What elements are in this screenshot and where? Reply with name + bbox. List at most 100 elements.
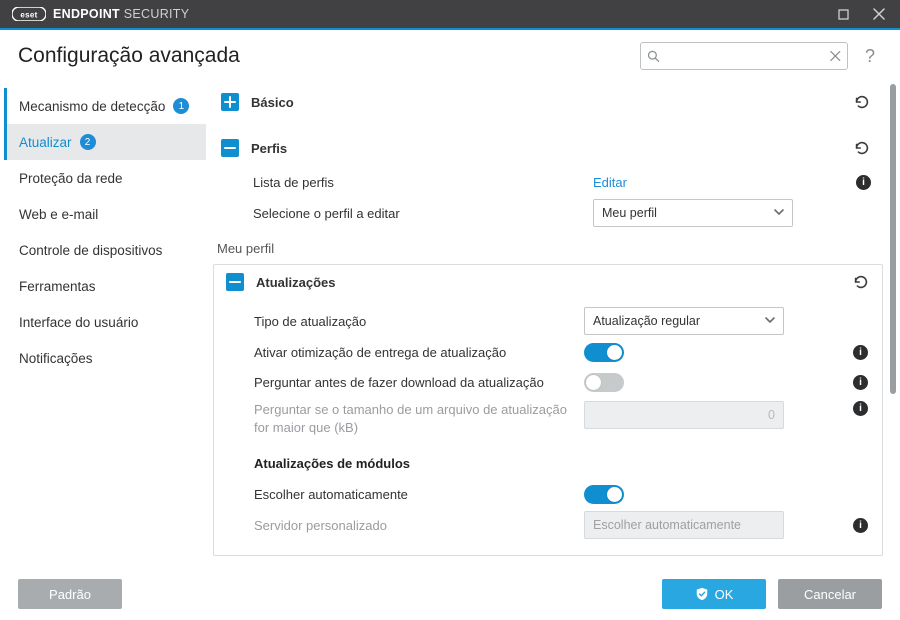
sidebar-item-tools[interactable]: Ferramentas: [4, 268, 206, 304]
label-update-type: Tipo de atualização: [254, 314, 584, 329]
sidebar-item-label: Atualizar: [19, 135, 72, 150]
section-reset[interactable]: [853, 93, 871, 111]
section-title: Perfis: [251, 141, 287, 156]
undo-icon: [853, 93, 871, 111]
search-input[interactable]: [665, 48, 824, 64]
brand-suffix: SECURITY: [124, 7, 190, 21]
modules-heading: Atualizações de módulos: [254, 456, 868, 471]
button-label: Cancelar: [804, 587, 856, 602]
info-icon[interactable]: i: [853, 345, 868, 360]
scrollbar[interactable]: [890, 84, 896, 568]
collapse-toggle[interactable]: [226, 273, 244, 291]
clear-icon[interactable]: [830, 50, 841, 62]
select-value: Atualização regular: [593, 314, 700, 328]
info-icon[interactable]: i: [853, 375, 868, 390]
toggle-ask-before-download[interactable]: [584, 373, 624, 392]
sidebar-item-detection-engine[interactable]: Mecanismo de detecção 1: [4, 88, 206, 124]
button-label: Padrão: [49, 587, 91, 602]
page-title: Configuração avançada: [18, 44, 240, 68]
help-button[interactable]: ?: [858, 46, 882, 67]
titlebar: eset ENDPOINT SECURITY: [0, 0, 900, 30]
select-value: Meu perfil: [602, 206, 657, 220]
window-close-button[interactable]: [872, 7, 886, 21]
section-profiles: Perfis Lista de perfis Editar i Selecion…: [212, 130, 884, 557]
brand-prefix: ENDPOINT: [53, 7, 120, 21]
label-ask-size: Perguntar se o tamanho de um arquivo de …: [254, 401, 584, 436]
label-ask-before: Perguntar antes de fazer download da atu…: [254, 375, 584, 390]
chevron-down-icon: [774, 206, 784, 220]
row-profile-list: Lista de perfis Editar i: [253, 167, 871, 197]
row-ask-size: Perguntar se o tamanho de um arquivo de …: [254, 397, 868, 438]
row-auto-choose: Escolher automaticamente: [254, 479, 868, 509]
sidebar-item-label: Mecanismo de detecção: [19, 99, 165, 114]
section-basic: Básico: [212, 84, 884, 120]
label-custom-server: Servidor personalizado: [254, 518, 584, 533]
section-title: Atualizações: [256, 275, 335, 290]
custom-server-field: Escolher automaticamente: [584, 511, 784, 539]
toggle-auto-choose[interactable]: [584, 485, 624, 504]
sidebar-item-label: Notificações: [19, 351, 93, 366]
sidebar-item-update[interactable]: Atualizar 2: [4, 124, 206, 160]
sidebar-item-network-protection[interactable]: Proteção da rede: [4, 160, 206, 196]
section-updates: Atualizações Tipo de atualização Atualiz…: [213, 264, 883, 556]
profile-name: Meu perfil: [217, 241, 883, 256]
sidebar-item-notifications[interactable]: Notificações: [4, 340, 206, 376]
ok-button[interactable]: OK: [662, 579, 766, 609]
row-custom-server: Servidor personalizado Escolher automati…: [254, 509, 868, 541]
section-reset[interactable]: [853, 139, 871, 157]
sidebar-item-device-control[interactable]: Controle de dispositivos: [4, 232, 206, 268]
row-profile-select: Selecione o perfil a editar Meu perfil: [253, 197, 871, 229]
eset-logo-icon: eset: [12, 7, 46, 21]
close-icon: [873, 8, 885, 20]
chevron-down-icon: [765, 314, 775, 328]
ask-size-field: 0: [584, 401, 784, 429]
minus-icon: [229, 276, 241, 288]
sidebar-item-label: Web e e-mail: [19, 207, 98, 222]
shield-icon: [695, 587, 709, 601]
sidebar-badge: 1: [173, 98, 189, 114]
app-brand: eset ENDPOINT SECURITY: [12, 7, 189, 21]
sidebar-item-label: Controle de dispositivos: [19, 243, 162, 258]
label-auto-choose: Escolher automaticamente: [254, 487, 584, 502]
header-row: Configuração avançada ?: [0, 30, 900, 82]
label-delivery-opt: Ativar otimização de entrega de atualiza…: [254, 345, 584, 360]
footer: Padrão OK Cancelar: [0, 568, 900, 620]
update-type-select[interactable]: Atualização regular: [584, 307, 784, 335]
row-ask-before-download: Perguntar antes de fazer download da atu…: [254, 367, 868, 397]
scrollbar-thumb[interactable]: [890, 84, 896, 394]
custom-server-placeholder: Escolher automaticamente: [593, 518, 741, 532]
window-maximize-button[interactable]: [836, 7, 850, 21]
sidebar-item-user-interface[interactable]: Interface do usuário: [4, 304, 206, 340]
body: Mecanismo de detecção 1 Atualizar 2 Prot…: [0, 84, 900, 568]
info-icon[interactable]: i: [853, 518, 868, 533]
collapse-toggle[interactable]: [221, 139, 239, 157]
info-icon[interactable]: i: [856, 175, 871, 190]
search-box[interactable]: [640, 42, 848, 70]
undo-icon: [852, 273, 870, 291]
cancel-button[interactable]: Cancelar: [778, 579, 882, 609]
window-controls: [836, 7, 892, 21]
section-title: Básico: [251, 95, 294, 110]
sidebar-item-label: Ferramentas: [19, 279, 96, 294]
toggle-delivery-optimization[interactable]: [584, 343, 624, 362]
minus-icon: [224, 142, 236, 154]
row-update-delivery-opt: Ativar otimização de entrega de atualiza…: [254, 337, 868, 367]
label-profile-select: Selecione o perfil a editar: [253, 206, 593, 221]
ask-size-value: 0: [768, 408, 775, 422]
sidebar-item-web-email[interactable]: Web e e-mail: [4, 196, 206, 232]
expand-toggle[interactable]: [221, 93, 239, 111]
edit-profiles-link[interactable]: Editar: [593, 175, 627, 190]
default-button[interactable]: Padrão: [18, 579, 122, 609]
info-icon[interactable]: i: [853, 401, 868, 416]
button-label: OK: [715, 587, 734, 602]
plus-icon: [224, 96, 236, 108]
square-icon: [838, 9, 849, 20]
main: Básico Perfis: [212, 84, 884, 568]
sidebar-item-label: Proteção da rede: [19, 171, 123, 186]
profile-select[interactable]: Meu perfil: [593, 199, 793, 227]
sidebar-item-label: Interface do usuário: [19, 315, 138, 330]
sidebar: Mecanismo de detecção 1 Atualizar 2 Prot…: [0, 84, 212, 568]
label-profile-list: Lista de perfis: [253, 175, 593, 190]
section-reset[interactable]: [852, 273, 870, 291]
sidebar-badge: 2: [80, 134, 96, 150]
